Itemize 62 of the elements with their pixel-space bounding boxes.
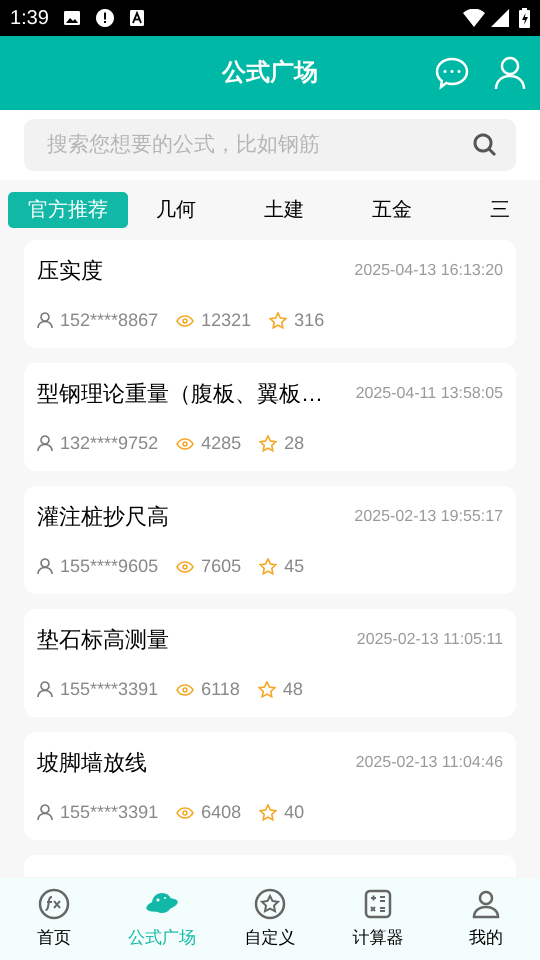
favorite-count: 48 [282, 678, 303, 701]
signal-icon [491, 9, 509, 27]
search-field[interactable]: 搜索您想要的公式，比如钢筋 [24, 119, 516, 171]
formula-time: 2025-02-13 11:04:46 [356, 753, 503, 773]
person-icon [37, 681, 53, 698]
eye-icon [176, 560, 194, 572]
formula-title: 型钢理论重量（腹板、翼板… [37, 380, 323, 408]
view-count: 7605 [201, 555, 242, 578]
formula-time: 2025-04-11 13:58:05 [356, 384, 503, 404]
eye-icon [176, 684, 194, 696]
nav-tab[interactable]: 首页 [0, 878, 108, 960]
nav-tab[interactable]: 我的 [432, 878, 540, 960]
formula-time: 2025-04-13 16:13:20 [354, 261, 503, 281]
favorite-count: 316 [294, 309, 324, 332]
formula-card[interactable]: 坡脚墙放线 2025-02-13 11:04:46 155****3391 6408 40 [24, 732, 516, 840]
star-icon [259, 435, 278, 452]
formula-time: 2025-02-13 11:05:11 [356, 630, 503, 650]
formula-title: 坡脚墙放线 [37, 749, 147, 777]
person-icon [37, 804, 53, 821]
view-count: 6408 [201, 801, 242, 824]
user-icon[interactable] [494, 56, 526, 90]
nav-tab[interactable]: 自定义 [216, 878, 324, 960]
font-icon [128, 9, 145, 27]
star-icon [259, 804, 278, 821]
formula-title: 压实度 [37, 257, 103, 285]
author-id: 155****3391 [60, 678, 158, 701]
nav-tab[interactable]: 计算器 [324, 878, 432, 960]
eye-icon [176, 314, 194, 326]
formula-title: 灌注桩抄尺高 [37, 503, 169, 531]
formula-card[interactable]: 压实度 2025-04-13 16:13:20 152****8867 12321 316 [24, 240, 516, 348]
view-count: 4285 [201, 432, 242, 455]
status-time: 1:39 [10, 6, 49, 31]
favorite-count: 28 [284, 432, 304, 455]
person-icon [37, 558, 53, 575]
formula-card[interactable]: 型钢理论重量（腹板、翼板… 2025-04-11 13:58:05 132****9752 4285 28 [24, 363, 516, 471]
alert-icon [94, 8, 115, 28]
star-icon [269, 312, 288, 329]
formula-card[interactable]: 垫石标高测量 2025-02-13 11:05:11 155****3391 6118 48 [24, 609, 516, 717]
wifi-icon [463, 9, 485, 27]
favorite-count: 45 [284, 555, 304, 578]
battery-icon [519, 8, 530, 28]
person-icon [37, 435, 53, 452]
formula-time: 2025-02-13 19:55:17 [354, 507, 503, 527]
author-id: 132****9752 [60, 432, 158, 455]
view-count: 12321 [201, 309, 252, 332]
fx-icon [37, 887, 71, 921]
formula-title: 垫石标高测量 [37, 626, 169, 654]
star-icon [259, 558, 278, 575]
author-id: 155****3391 [60, 801, 158, 824]
author-id: 152****8867 [60, 309, 158, 332]
favorite-count: 40 [284, 801, 304, 824]
search-icon[interactable] [472, 132, 498, 158]
person-icon [37, 312, 53, 329]
eye-icon [176, 806, 194, 818]
chat-icon[interactable] [434, 56, 470, 90]
header-title: 公式广场 [222, 58, 318, 88]
view-count: 6118 [201, 678, 240, 701]
author-id: 155****9605 [60, 555, 158, 578]
star-icon [258, 681, 276, 698]
formula-card[interactable]: 灌注桩抄尺高 2025-02-13 19:55:17 155****9605 7605 45 [24, 486, 516, 594]
image-icon [62, 9, 81, 27]
eye-icon [176, 438, 194, 450]
